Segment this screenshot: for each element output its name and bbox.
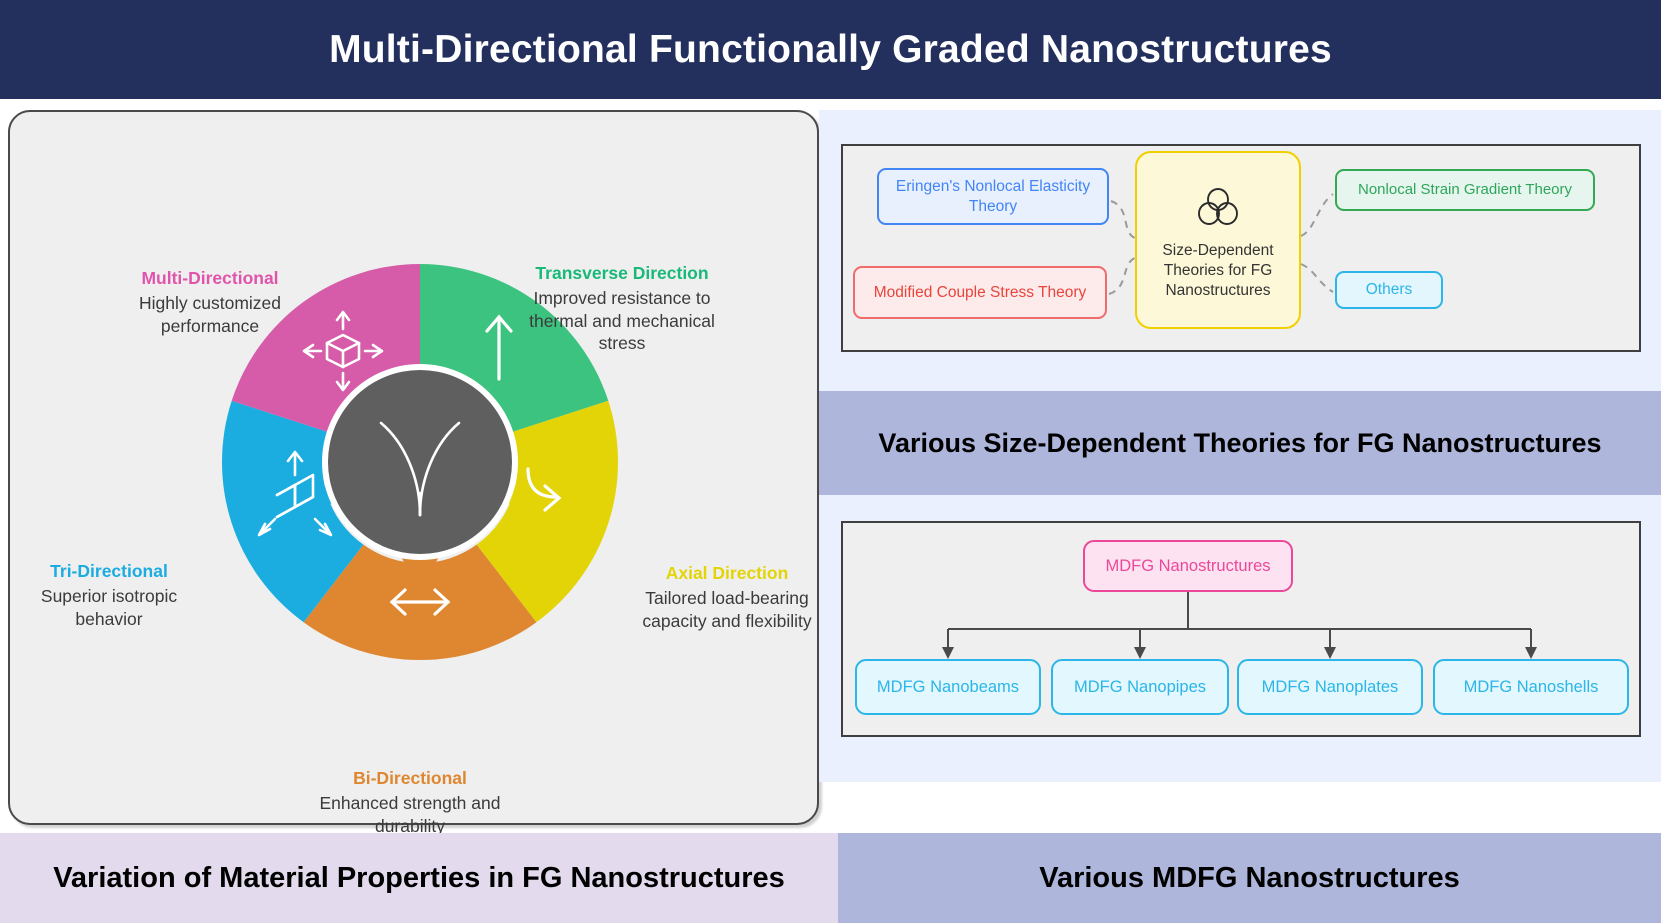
left-caption-bar: Variation of Material Properties in FG N…: [0, 833, 838, 923]
theory-node-couple-label: Modified Couple Stress Theory: [873, 283, 1087, 301]
middle-caption-text: Various Size-Dependent Theories for FG N…: [878, 427, 1602, 458]
wheel-label-multi-title: Multi-Directional: [141, 268, 279, 288]
wheel-label-axial-desc: Tailored load-bearing capacity and flexi…: [642, 588, 812, 631]
page-title: Multi-Directional Functionally Graded Na…: [329, 27, 1332, 71]
wheel-label-tri-directional: Tri-Directional Superior isotropic behav…: [14, 560, 204, 630]
left-panel-card: Multi-Directional Highly customized perf…: [8, 110, 822, 836]
three-circle-venn-icon: [1195, 186, 1241, 233]
tree-leaf-0-label: MDFG Nanobeams: [876, 677, 1020, 696]
tree-leaf-mdfg-nanoshells[interactable]: MDFG Nanoshells: [1433, 659, 1629, 715]
tree-leaf-mdfg-nanobeams[interactable]: MDFG Nanobeams: [855, 659, 1041, 715]
size-dependent-theories-diagram: Eringen's Nonlocal Elasticity Theory Mod…: [841, 144, 1641, 352]
wheel-label-transverse-desc: Improved resistance to thermal and mecha…: [529, 288, 715, 354]
left-caption-text: Variation of Material Properties in FG N…: [53, 861, 785, 894]
tree-leaf-1-label: MDFG Nanopipes: [1073, 677, 1207, 696]
donut-center-hub: [322, 364, 518, 560]
wheel-label-bi-directional: Bi-Directional Enhanced strength and dur…: [310, 767, 510, 837]
tree-leaf-mdfg-nanopipes[interactable]: MDFG Nanopipes: [1051, 659, 1229, 715]
wheel-label-transverse-direction: Transverse Direction Improved resistance…: [522, 262, 722, 355]
wheel-label-multi-desc: Highly customized performance: [139, 293, 281, 336]
tree-leaf-3-label: MDFG Nanoshells: [1463, 677, 1599, 696]
theory-node-others-label: Others: [1365, 281, 1413, 299]
mdfg-nanostructures-tree-diagram: MDFG Nanostructures MDFG Nanobeams MDFG …: [841, 521, 1641, 737]
wheel-label-multi-directional: Multi-Directional Highly customized perf…: [105, 267, 315, 337]
right-panel-column: Eringen's Nonlocal Elasticity Theory Mod…: [819, 110, 1661, 782]
wheel-label-transverse-title: Transverse Direction: [535, 263, 709, 283]
tree-leaf-2-label: MDFG Nanoplates: [1261, 677, 1399, 696]
wheel-label-bi-title: Bi-Directional: [353, 768, 467, 788]
theory-node-eringen[interactable]: Eringen's Nonlocal Elasticity Theory: [877, 168, 1109, 225]
theory-node-others[interactable]: Others: [1335, 271, 1443, 309]
wheel-label-tri-title: Tri-Directional: [50, 561, 168, 581]
right-caption-text: Various MDFG Nanostructures: [1039, 861, 1460, 894]
tree-root-label: MDFG Nanostructures: [1105, 556, 1271, 575]
infographic-page: Multi-Directional Functionally Graded Na…: [0, 0, 1661, 923]
wheel-label-axial-direction: Axial Direction Tailored load-bearing ca…: [632, 562, 822, 632]
right-caption-bar: Various MDFG Nanostructures: [838, 833, 1661, 923]
wheel-label-bi-desc: Enhanced strength and durability: [319, 793, 501, 836]
middle-caption-band: Various Size-Dependent Theories for FG N…: [819, 391, 1661, 495]
theory-node-eringen-label: Eringen's Nonlocal Elasticity Theory: [895, 178, 1091, 215]
theory-node-nonlocal-strain-gradient[interactable]: Nonlocal Strain Gradient Theory: [1335, 169, 1595, 211]
wheel-label-axial-title: Axial Direction: [665, 563, 789, 583]
tree-leaf-mdfg-nanoplates[interactable]: MDFG Nanoplates: [1237, 659, 1423, 715]
tree-root-mdfg-nanostructures[interactable]: MDFG Nanostructures: [1083, 540, 1293, 592]
wheel-label-tri-desc: Superior isotropic behavior: [40, 586, 178, 629]
theory-node-modified-couple-stress[interactable]: Modified Couple Stress Theory: [853, 266, 1107, 319]
header-banner: Multi-Directional Functionally Graded Na…: [0, 0, 1661, 99]
theory-node-center-label: Size-Dependent Theories for FG Nanostruc…: [1162, 241, 1274, 300]
theory-node-center-size-dependent[interactable]: Size-Dependent Theories for FG Nanostruc…: [1135, 151, 1301, 329]
theory-node-nonlocal-label: Nonlocal Strain Gradient Theory: [1358, 180, 1572, 198]
